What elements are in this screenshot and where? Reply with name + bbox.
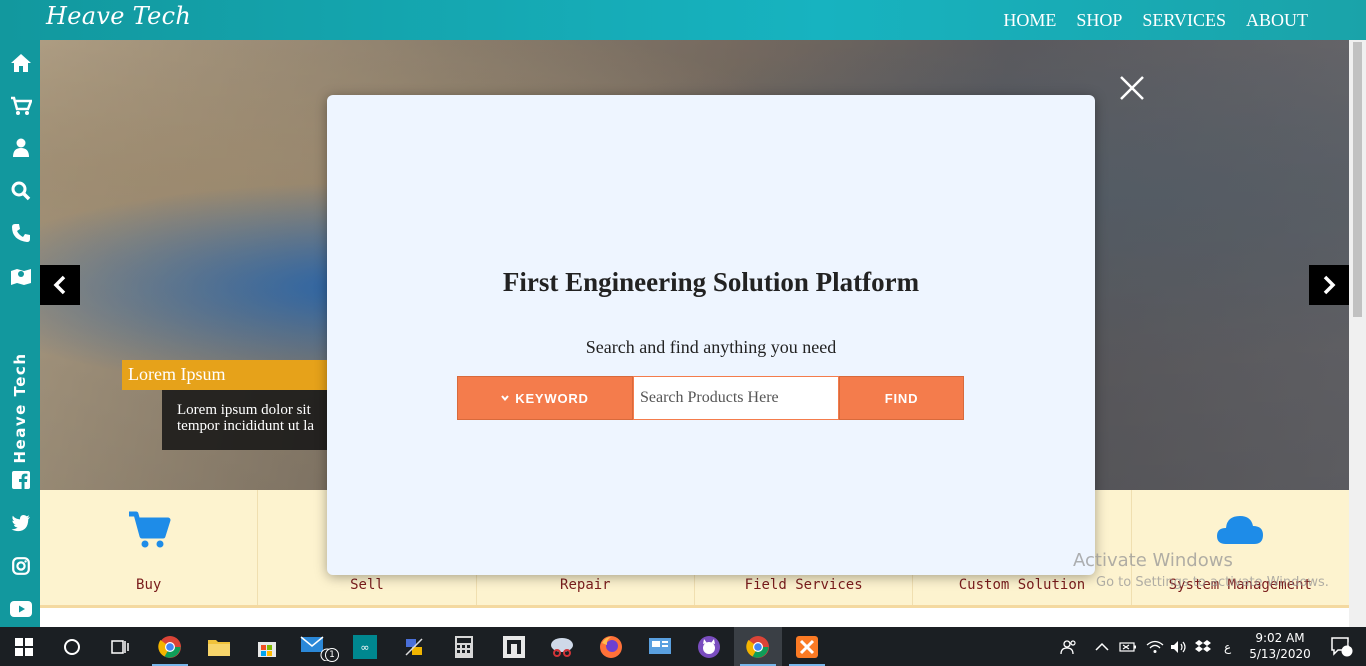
store-icon (258, 641, 276, 657)
taskbar-chrome[interactable] (146, 627, 194, 666)
carousel-next-button[interactable] (1309, 265, 1349, 305)
search-icon[interactable] (10, 180, 32, 202)
modal-subtitle: Search and find anything you need (585, 337, 837, 357)
brand-logo[interactable]: Heave Tech (46, 2, 191, 30)
modal-close-button[interactable] (1116, 72, 1148, 104)
nav-about[interactable]: ABOUT (1246, 10, 1308, 31)
phone-icon[interactable] (10, 222, 32, 244)
main-nav: HOME SHOP SERVICES ABOUT (1003, 10, 1308, 31)
arduino-icon: ∞ (353, 634, 377, 659)
chevron-up-icon (1095, 642, 1109, 651)
circle-icon (64, 638, 80, 655)
battery-icon (1119, 641, 1136, 652)
modal-title: First Engineering Solution Platform (502, 267, 920, 297)
twitter-icon[interactable] (10, 512, 32, 534)
taskbar-control-panel[interactable] (636, 627, 684, 666)
taskbar-calculator[interactable] (440, 627, 488, 666)
chrome-icon (746, 635, 769, 658)
feature-buy[interactable]: Buy (40, 490, 259, 605)
cart-icon (127, 510, 171, 555)
chevron-right-icon (1323, 275, 1336, 295)
wifi-icon (1146, 640, 1164, 653)
xampp-icon (796, 635, 818, 658)
scrollbar-thumb[interactable] (1353, 42, 1362, 317)
activation-watermark-subtitle: Go to Settings to activate Windows. (1096, 575, 1329, 590)
instagram-icon[interactable] (10, 555, 32, 577)
slide-caption-title: Lorem Ipsum (122, 360, 332, 390)
firefox-icon (600, 635, 622, 658)
dropbox-icon (1195, 639, 1211, 652)
chrome-icon (158, 635, 181, 658)
taskbar-chrome-active[interactable] (734, 627, 782, 666)
input-language[interactable]: ع (1224, 640, 1231, 654)
task-view-icon (111, 639, 129, 654)
taskbar-clock[interactable]: 9:02 AM 5/13/2020 (1246, 630, 1314, 662)
volume-icon (1171, 640, 1186, 653)
chevron-left-icon (53, 275, 66, 295)
taskbar-cat-app[interactable] (685, 627, 733, 666)
user-icon[interactable] (10, 137, 32, 159)
taskbar-store[interactable] (243, 627, 291, 666)
search-input[interactable] (633, 376, 839, 420)
nav-home[interactable]: HOME (1003, 10, 1056, 31)
home-icon[interactable] (10, 52, 32, 74)
taskbar-file-explorer[interactable] (195, 627, 243, 666)
windows-taskbar: ∞ ع 9:02 AM 5/13/2020 6 (0, 627, 1366, 666)
start-button[interactable] (0, 627, 48, 666)
taskbar-firefox[interactable] (587, 627, 635, 666)
cloud-icon (1216, 512, 1264, 551)
facebook-icon[interactable] (10, 469, 32, 491)
taskbar-xampp[interactable] (783, 627, 831, 666)
top-navbar: Heave Tech HOME SHOP SERVICES ABOUT (0, 0, 1366, 40)
people-icon (1060, 639, 1076, 654)
taskbar-snipping-tool[interactable] (538, 627, 586, 666)
search-modal: First Engineering Solution Platform Sear… (327, 95, 1095, 575)
youtube-icon[interactable] (10, 598, 32, 620)
action-center-button[interactable]: 6 (1318, 627, 1366, 666)
taskbar-app-box[interactable] (490, 627, 538, 666)
calculator-icon (455, 635, 473, 658)
nav-services[interactable]: SERVICES (1142, 10, 1226, 31)
carousel-prev-button[interactable] (40, 265, 80, 305)
slide-caption-text: Lorem ipsum dolor sit tempor incididunt … (162, 390, 332, 450)
app-box-icon (503, 635, 525, 658)
control-panel-icon (649, 637, 671, 654)
system-tray: ع (1060, 627, 1231, 666)
network-icon (405, 637, 423, 656)
map-icon[interactable] (10, 265, 32, 287)
folder-icon (208, 639, 230, 656)
cortana-button[interactable] (48, 627, 96, 666)
sidebar: Heave Tech (0, 40, 40, 627)
svg-text:∞: ∞ (360, 641, 369, 654)
taskbar-network-app[interactable] (390, 627, 438, 666)
mail-badge: 1 (325, 648, 339, 662)
task-view-button[interactable] (96, 627, 144, 666)
close-icon (1120, 76, 1144, 100)
windows-logo-icon (15, 637, 33, 656)
keyword-dropdown-button[interactable]: KEYWORD (457, 376, 633, 420)
taskbar-arduino[interactable]: ∞ (341, 627, 389, 666)
cart-icon[interactable] (10, 95, 32, 117)
search-form: KEYWORD FIND (457, 376, 964, 420)
sidebar-brand-vertical: Heave Tech (11, 352, 29, 464)
page-scrollbar[interactable] (1349, 40, 1366, 627)
notification-count: 6 (1348, 640, 1355, 650)
nav-shop[interactable]: SHOP (1076, 10, 1122, 31)
activation-watermark-title: Activate Windows (1073, 550, 1233, 571)
find-button[interactable]: FIND (839, 376, 964, 420)
chevron-down-icon (501, 395, 510, 401)
cat-icon (698, 635, 720, 658)
scissors-icon (551, 637, 573, 657)
